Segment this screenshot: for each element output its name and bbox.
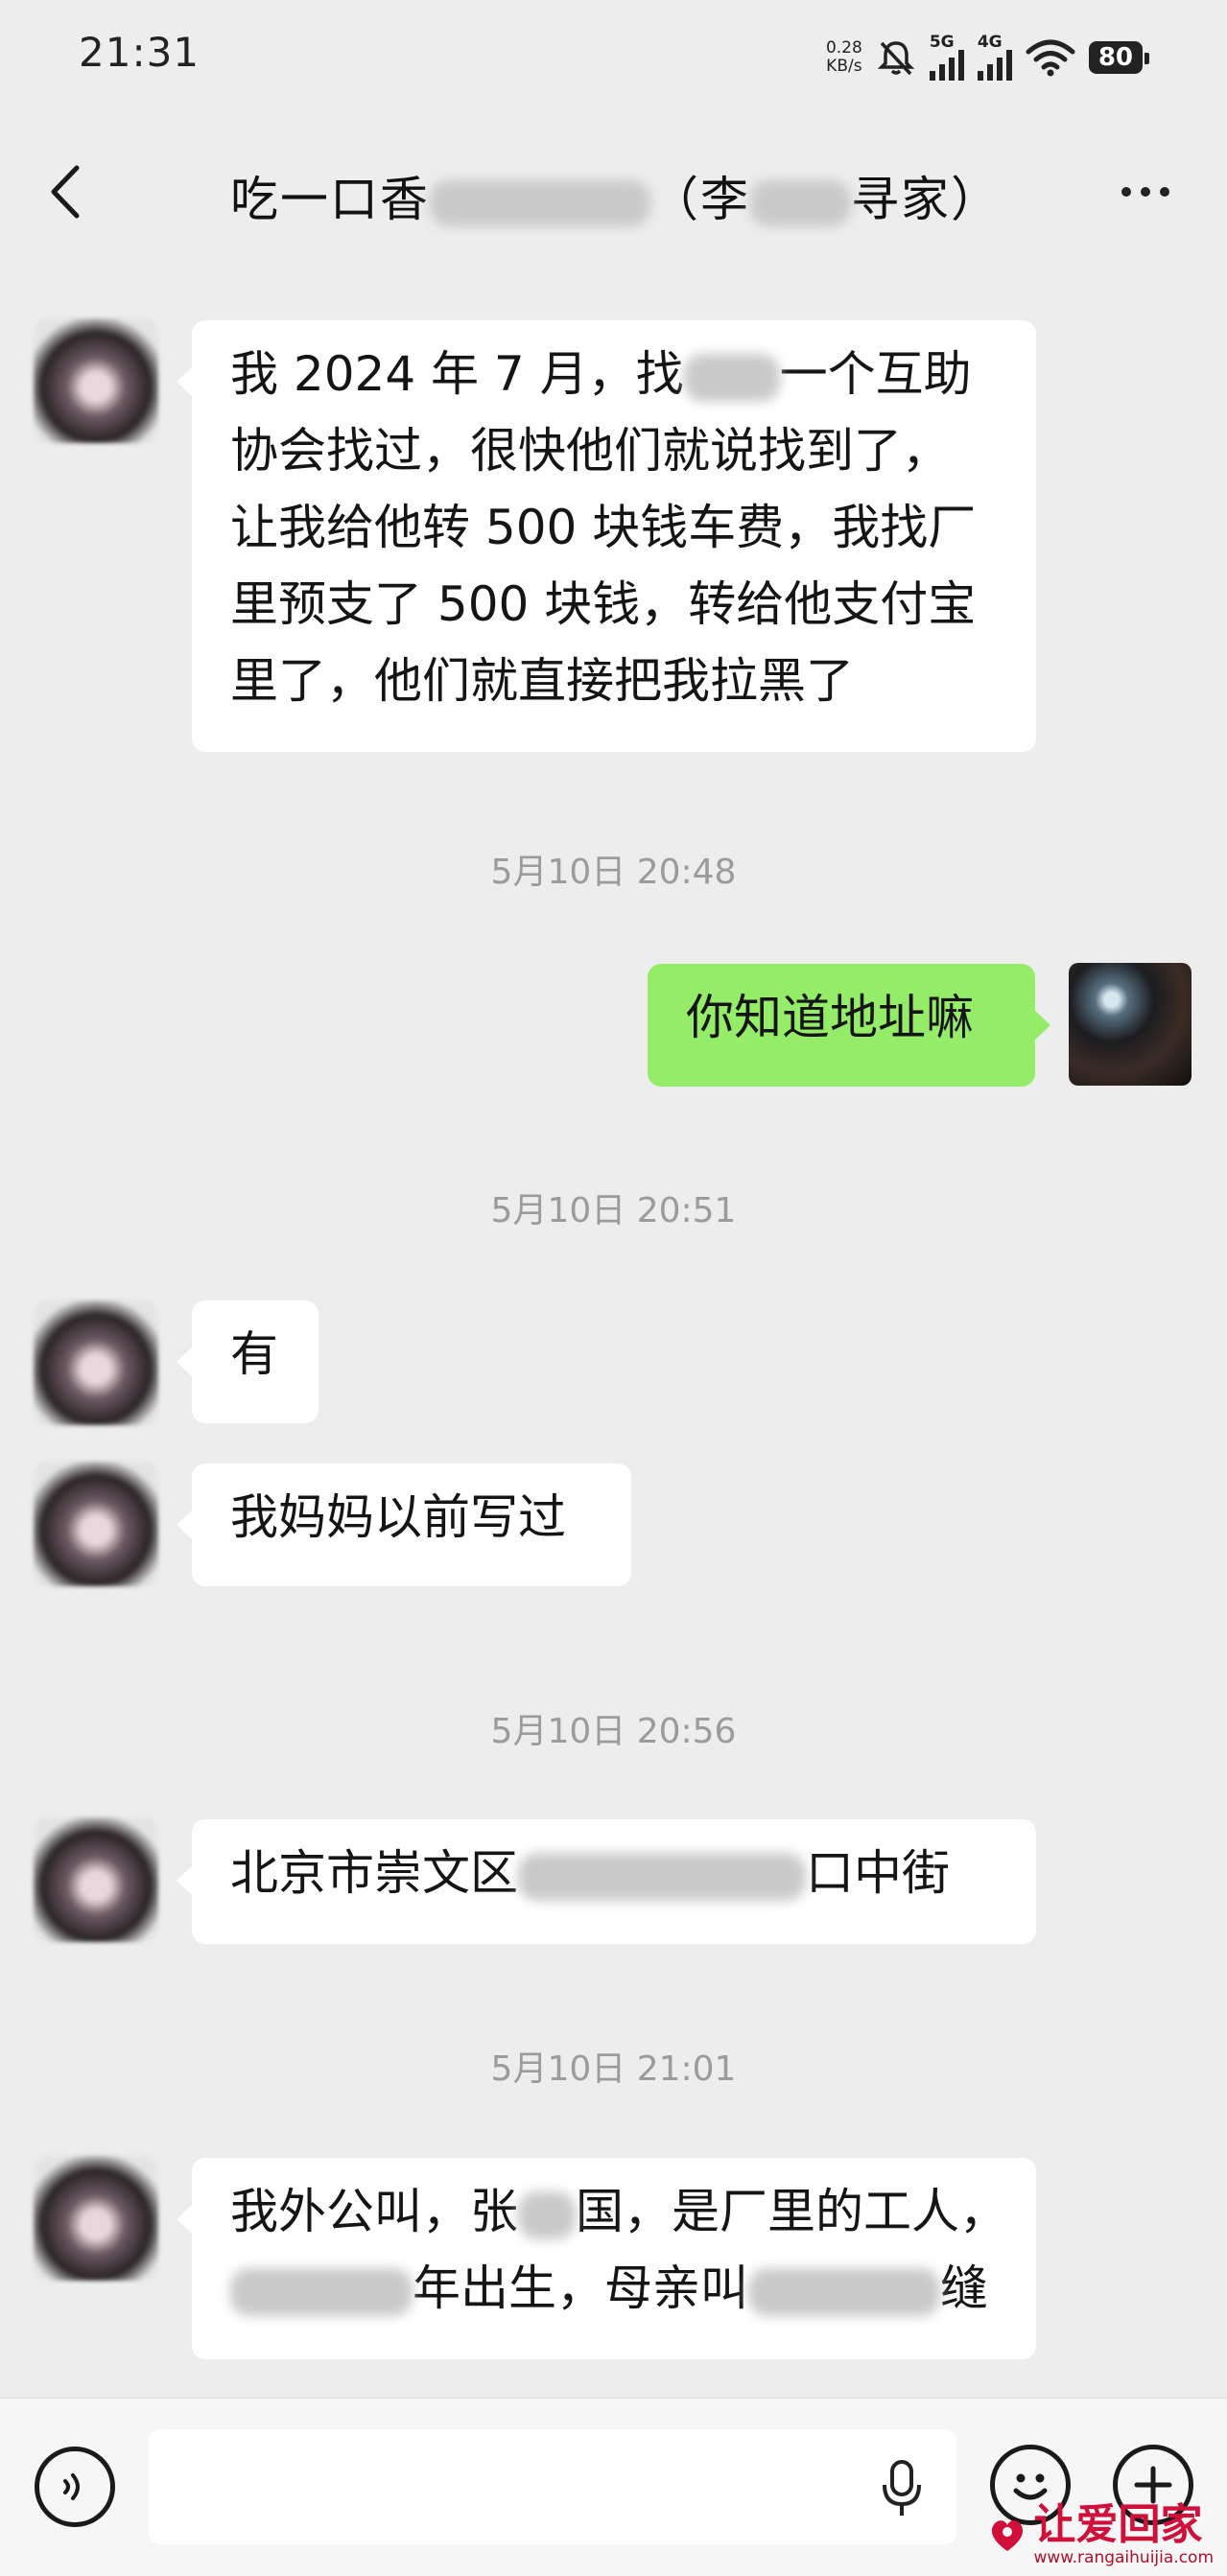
- incoming-message-bubble[interactable]: 我外公叫，张 国，是厂里的工人， 年出生，母亲叫缝: [177, 2158, 1036, 2359]
- chat-title-part2: （李: [650, 172, 750, 227]
- chat-title-part1: 吃一口香: [230, 172, 430, 227]
- redacted-blur: [683, 353, 780, 402]
- incoming-message-bubble[interactable]: 我 2024 年 7 月，找 一个互助 协会找过，很快他们就说找到了， 让我给他转…: [177, 320, 1036, 752]
- voice-mode-button[interactable]: [35, 2447, 115, 2527]
- watermark: 让爱回家 www.rangaihuijia.com: [987, 2502, 1214, 2567]
- chat-title-part3: 寻家）: [851, 172, 1001, 227]
- more-dot-icon: [1160, 187, 1169, 197]
- redacted-blur: [750, 179, 851, 226]
- redacted-blur: [748, 2267, 940, 2316]
- signal-5g-label: 5G: [929, 33, 955, 52]
- message-timestamp: 5月10日 20:48: [490, 853, 737, 892]
- redacted-blur: [518, 2190, 576, 2239]
- signal-5g-icon: 5G: [929, 33, 964, 81]
- more-dot-icon: [1141, 187, 1150, 197]
- battery-icon: 80: [1088, 41, 1150, 74]
- message-input[interactable]: [149, 2429, 956, 2544]
- message-line: 我外公叫，张 国，是厂里的工人，: [230, 2184, 1007, 2239]
- redacted-blur: [430, 179, 650, 226]
- incoming-message-bubble[interactable]: 我妈妈以前写过: [177, 1464, 631, 1586]
- contact-avatar[interactable]: [34, 1817, 158, 1942]
- message-timestamp: 5月10日 20:51: [490, 1191, 737, 1230]
- contact-avatar[interactable]: [34, 1462, 158, 1586]
- chat-title: 吃一口香 （李 寻家）: [230, 161, 1001, 230]
- microphone-icon[interactable]: [878, 2458, 926, 2519]
- network-speed-value: 0.28: [825, 38, 862, 58]
- message-line: 我 2024 年 7 月，找 一个互助: [230, 346, 972, 402]
- message-line: 让我给他转 500 块钱车费，我找厂: [230, 500, 977, 555]
- network-speed-unit: KB/s: [826, 57, 862, 76]
- incoming-message-bubble[interactable]: 有: [177, 1300, 319, 1423]
- status-icons: 0.28 KB/s 5G 4G 80: [826, 29, 1150, 86]
- contact-avatar[interactable]: [34, 1300, 158, 1425]
- message-line: 里预支了 500 块钱，转给他支付宝: [230, 576, 977, 632]
- message-timestamp: 5月10日 21:01: [490, 2049, 737, 2089]
- message-timestamp: 5月10日 20:56: [490, 1712, 737, 1751]
- heart-logo-icon: [992, 2520, 1024, 2551]
- outgoing-message-bubble[interactable]: 你知道地址嘛: [648, 964, 1050, 1087]
- status-bar: 21:31 0.28 KB/s 5G 4G 80: [0, 0, 1227, 105]
- message-line: 里了，他们就直接把我拉黑了: [230, 653, 854, 709]
- signal-4g-icon: 4G: [977, 33, 1012, 81]
- watermark-brand: 让爱回家: [1033, 2500, 1203, 2549]
- redacted-blur: [518, 1852, 806, 1901]
- status-time: 21:31: [79, 29, 201, 76]
- my-avatar[interactable]: [1069, 963, 1192, 1086]
- network-speed: 0.28 KB/s: [826, 39, 862, 76]
- contact-avatar[interactable]: [34, 318, 158, 443]
- redacted-blur: [230, 2267, 413, 2316]
- more-options-button[interactable]: [1102, 168, 1189, 216]
- bell-muted-icon: [877, 41, 915, 76]
- more-dot-icon: [1121, 187, 1131, 197]
- message-line: 年出生，母亲叫缝: [230, 2250, 998, 2327]
- message-line: 北京市崇文区 口中街: [230, 1845, 950, 1901]
- contact-avatar[interactable]: [34, 2156, 158, 2281]
- message-line: 协会找过，很快他们就说找到了，: [230, 423, 950, 479]
- back-button[interactable]: [38, 158, 96, 225]
- watermark-url: www.rangaihuijia.com: [1033, 2548, 1214, 2567]
- chevron-left-icon: [51, 165, 80, 219]
- chat-header: 吃一口香 （李 寻家）: [0, 134, 1227, 249]
- voice-wave-icon: [63, 2473, 80, 2500]
- signal-4g-label: 4G: [977, 33, 1003, 52]
- wifi-icon: [1026, 39, 1075, 77]
- incoming-message-bubble[interactable]: 北京市崇文区 口中街: [177, 1819, 1036, 1944]
